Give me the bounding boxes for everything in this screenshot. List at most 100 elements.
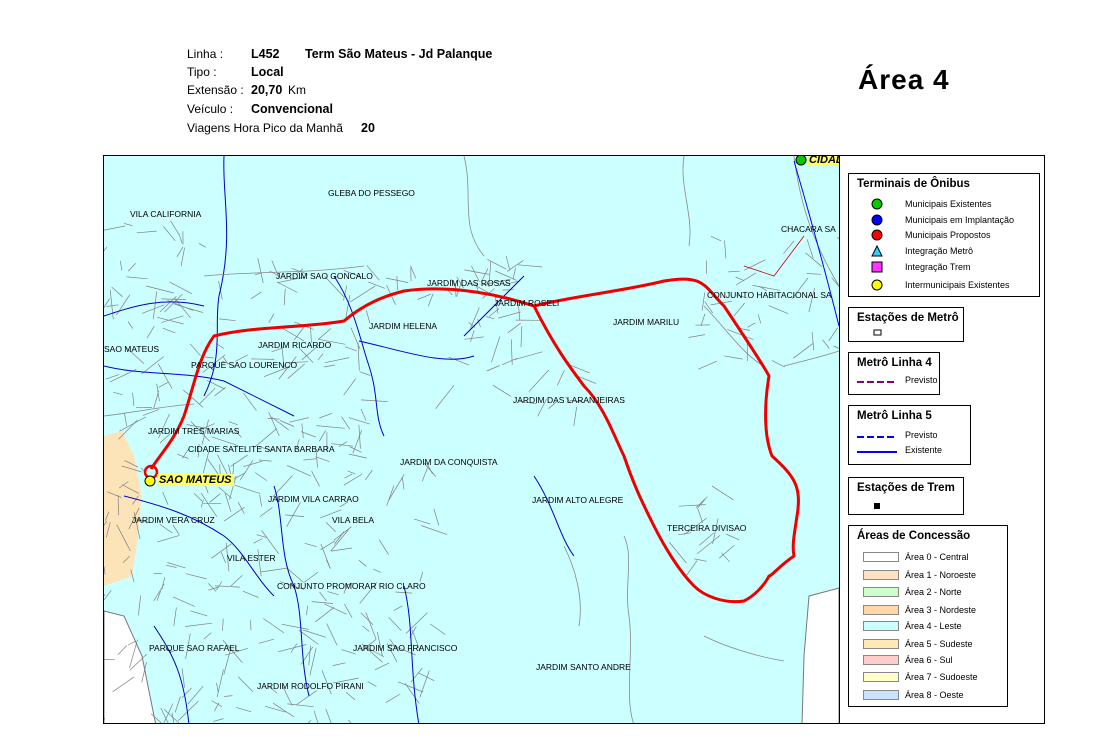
legend-item: Área 0 - Central (857, 550, 1007, 564)
metro-station-icon (873, 329, 882, 336)
red-roads (743, 235, 805, 277)
legend-item: Área 7 - Sudoeste (857, 670, 1007, 684)
viagens-label: Viagens Hora Pico da Manhã (187, 121, 343, 135)
place-label: JARDIM DA CONQUISTA (400, 457, 498, 467)
outside-left-region (104, 610, 157, 723)
place-label: GLEBA DO PESSEGO (328, 188, 415, 198)
area-swatch-icon (863, 605, 899, 615)
metro-l4-planned-line-icon (857, 381, 897, 383)
place-label: VILA CALIFORNIA (130, 209, 202, 219)
legend-item: Área 8 - Oeste (857, 688, 1007, 702)
legend-item: Área 2 - Norte (857, 585, 1007, 599)
place-label: JARDIM MARILU (613, 317, 680, 327)
legend-areas-title: Áreas de Concessão (857, 530, 971, 542)
blue-roads (793, 160, 840, 327)
place-label: JARDIM VILA CARRAO (268, 494, 359, 504)
legend-estacoes-metro-title: Estações de Metrô (857, 312, 959, 324)
map[interactable]: SAO MATEUS CIDAD GLEBA DO PESSEGO VILA C… (103, 155, 1045, 724)
legend-metro-l4-title: Metrô Linha 4 (857, 357, 932, 369)
place-label: JARDIM HELENA (369, 321, 438, 331)
place-label: TERCEIRA DIVISAO (667, 523, 747, 533)
rivers (104, 156, 575, 723)
legend-panel: Terminais de Ônibus Municipais Existente… (839, 156, 1044, 723)
area-swatch-icon (863, 639, 899, 649)
legend-metro-l5: Metrô Linha 5 Previsto Existente (848, 405, 971, 465)
tipo-label: Tipo : (187, 65, 217, 79)
legend-item-label: Existente (905, 445, 943, 455)
legend-item: Área 4 - Leste (857, 619, 1007, 633)
place-label: JARDIM TRES MARIAS (148, 426, 240, 436)
area-swatch-icon (863, 690, 899, 700)
place-label: CONJUNTO HABITACIONAL SA (707, 290, 832, 300)
place-label: CONJUNTO PROMORAR RIO CLARO (277, 581, 426, 591)
legend-terminais: Terminais de Ônibus Municipais Existente… (848, 173, 1040, 297)
area3-region (104, 431, 142, 586)
red-circle-icon (871, 229, 883, 241)
place-label: PARQUE SAO LOURENCO (191, 360, 298, 370)
terminal-cidade-marker (795, 156, 807, 166)
place-label: JARDIM SAO GONCALO (276, 271, 373, 281)
legend-item: Municipais Existentes (857, 197, 1037, 211)
place-label: CHACARA SA (781, 224, 836, 234)
legend-metro-l4: Metrô Linha 4 Previsto (848, 352, 940, 395)
extensao-unit: Km (288, 83, 306, 97)
area-swatch-icon (863, 672, 899, 682)
place-label: JARDIM DAS LARANJEIRAS (513, 395, 625, 405)
blue-circle-icon (871, 214, 883, 226)
place-label: VILA BELA (332, 515, 375, 525)
tipo-value: Local (251, 65, 284, 79)
area-title: Área 4 (858, 64, 950, 95)
yellow-circle-icon (871, 279, 883, 291)
extensao-value: 20,70 (251, 83, 283, 97)
place-label: JARDIM ALTO ALEGRE (532, 495, 624, 505)
place-label: SAO MATEUS (104, 344, 160, 354)
legend-areas: Áreas de Concessão Área 0 - Central Área… (848, 525, 1008, 707)
area-swatch-icon (863, 587, 899, 597)
cyan-triangle-icon (871, 245, 883, 257)
area-swatch-icon (863, 552, 899, 562)
legend-item: Integração Trem (857, 260, 1037, 274)
legend-estacoes-trem-title: Estações de Trem (857, 482, 955, 494)
legend-terminais-title: Terminais de Ônibus (857, 178, 970, 190)
place-label: JARDIM SAO FRANCISCO (353, 643, 458, 653)
area-swatch-icon (863, 621, 899, 631)
legend-item: Área 6 - Sul (857, 653, 1007, 667)
place-label: JARDIM ROSELI (494, 298, 560, 308)
place-label: JARDIM SANTO ANDRE (536, 662, 631, 672)
legend-item: Área 3 - Nordeste (857, 603, 1007, 617)
area-swatch-icon (863, 570, 899, 580)
legend-item: Integração Metrô (857, 244, 1037, 258)
linha-code: L452 (251, 47, 280, 61)
terminal-sao-mateus-label: SAO MATEUS (157, 474, 234, 486)
place-label: JARDIM RODOLFO PIRANI (257, 681, 364, 691)
place-label: VILA ESTER (227, 553, 276, 563)
terminal-sao-mateus-marker (144, 475, 156, 487)
outside-right-region (801, 587, 840, 723)
linha-label: Linha : (187, 47, 224, 61)
legend-item: Intermunicipais Existentes (857, 278, 1037, 292)
place-label: PARQUE SAO RAFAEL (149, 643, 240, 653)
area-swatch-icon (863, 655, 899, 665)
legend-item: Área 5 - Sudeste (857, 637, 1007, 651)
veiculo-label: Veículo : (187, 102, 234, 116)
legend-estacoes-metro: Estações de Metrô (848, 307, 964, 342)
extensao-label: Extensão : (187, 83, 244, 97)
place-label: CIDADE SATELITE SANTA BARBARA (188, 444, 335, 454)
legend-item: Área 1 - Noroeste (857, 568, 1007, 582)
legend-item: Municipais em Implantação (857, 213, 1037, 227)
veiculo-value: Convencional (251, 102, 333, 116)
place-label: JARDIM RICARDO (258, 340, 332, 350)
legend-item: Municipais Propostos (857, 228, 1037, 242)
train-station-icon (874, 503, 880, 509)
metro-l5-existing-line-icon (857, 451, 897, 453)
metro-l5-planned-line-icon (857, 436, 897, 438)
linha-name: Term São Mateus - Jd Palanque (305, 47, 493, 61)
legend-item-label: Previsto (905, 430, 938, 440)
legend-estacoes-trem: Estações de Trem (848, 477, 964, 515)
legend-metro-l5-title: Metrô Linha 5 (857, 410, 932, 422)
viagens-value: 20 (361, 121, 375, 135)
line-info: Linha : L452 Term São Mateus - Jd Palanq… (187, 45, 587, 137)
place-label: JARDIM DAS ROSAS (427, 278, 511, 288)
legend-item-label: Previsto (905, 375, 938, 385)
roads (104, 156, 840, 723)
